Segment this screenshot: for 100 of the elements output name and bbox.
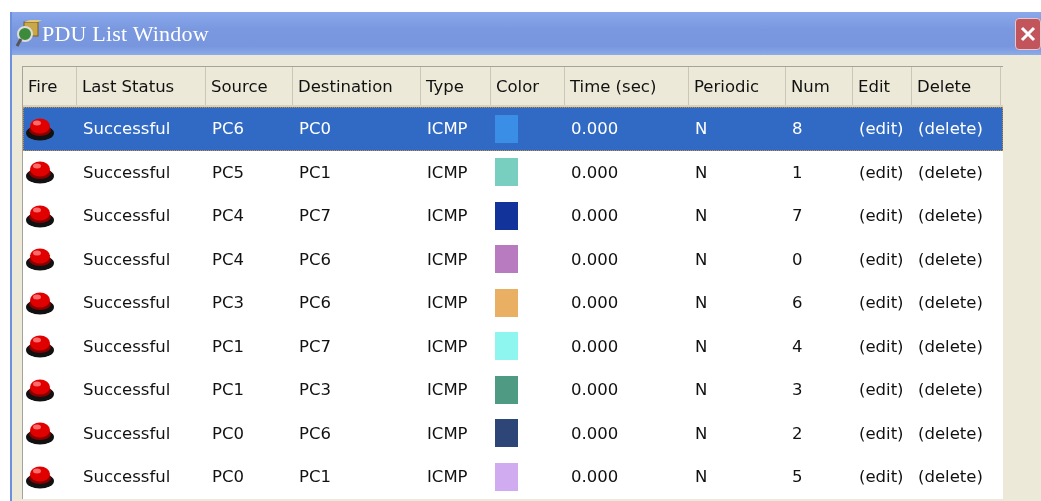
table-cell: N bbox=[695, 206, 708, 226]
table-cell: Successful bbox=[83, 162, 171, 182]
delete-link[interactable]: (delete) bbox=[918, 119, 983, 139]
table-cell: 3 bbox=[792, 380, 803, 400]
table-row[interactable]: Successful PC4 PC6 ICMP 0.000 N 0 (edit) (delete) bbox=[23, 237, 1003, 281]
table-cell: PC1 bbox=[212, 336, 244, 356]
window-title: PDU List Window bbox=[42, 20, 209, 47]
table-cell: PC1 bbox=[299, 467, 331, 487]
table-cell: PC6 bbox=[212, 119, 244, 139]
column-header[interactable]: Last Status bbox=[77, 67, 206, 105]
column-header[interactable]: Color bbox=[491, 67, 565, 105]
column-header[interactable]: Fire bbox=[23, 67, 77, 105]
edit-link[interactable]: (edit) bbox=[859, 380, 904, 400]
delete-link[interactable]: (delete) bbox=[918, 380, 983, 400]
table-cell: N bbox=[695, 162, 708, 182]
table-cell: N bbox=[695, 119, 708, 139]
table-cell: N bbox=[695, 423, 708, 443]
table-cell: 4 bbox=[792, 336, 803, 356]
table-cell: 8 bbox=[792, 119, 803, 139]
table-cell: Successful bbox=[83, 293, 171, 313]
table-cell: N bbox=[695, 336, 708, 356]
column-header[interactable]: Type bbox=[421, 67, 491, 105]
table-cell: 0.000 bbox=[571, 249, 619, 269]
table-cell: ICMP bbox=[427, 249, 468, 269]
table-cell: Successful bbox=[83, 380, 171, 400]
table-cell: PC7 bbox=[299, 336, 331, 356]
table-row[interactable]: Successful PC1 PC3 ICMP 0.000 N 3 (edit) (delete) bbox=[23, 368, 1003, 412]
table-cell: 1 bbox=[792, 162, 803, 182]
edit-link[interactable]: (edit) bbox=[859, 119, 904, 139]
table-row[interactable]: Successful PC0 PC6 ICMP 0.000 N 2 (edit) (delete) bbox=[23, 411, 1003, 455]
table-row[interactable]: Successful PC4 PC7 ICMP 0.000 N 7 (edit) (delete) bbox=[23, 194, 1003, 238]
table-row[interactable]: Successful PC5 PC1 ICMP 0.000 N 1 (edit) (delete) bbox=[23, 150, 1003, 194]
table-cell: N bbox=[695, 467, 708, 487]
table-cell: ICMP bbox=[427, 293, 468, 313]
delete-link[interactable]: (delete) bbox=[918, 293, 983, 313]
table-cell: PC3 bbox=[299, 380, 331, 400]
table-cell: PC0 bbox=[299, 119, 331, 139]
delete-link[interactable]: (delete) bbox=[918, 162, 983, 182]
table-cell: ICMP bbox=[427, 467, 468, 487]
table-row[interactable]: Successful PC0 PC1 ICMP 0.000 N 5 (edit) (delete) bbox=[23, 455, 1003, 499]
table-cell: 0.000 bbox=[571, 119, 619, 139]
table-cell: 2 bbox=[792, 423, 803, 443]
column-header[interactable]: Edit bbox=[853, 67, 912, 105]
table-cell: ICMP bbox=[427, 119, 468, 139]
table-cell: PC4 bbox=[212, 249, 244, 269]
table-row[interactable]: Successful PC6 PC0 ICMP 0.000 N 8 (edit) (delete) bbox=[23, 107, 1003, 151]
table-cell: 0.000 bbox=[571, 380, 619, 400]
delete-link[interactable]: (delete) bbox=[918, 249, 983, 269]
edit-link[interactable]: (edit) bbox=[859, 423, 904, 443]
table-cell: PC6 bbox=[299, 293, 331, 313]
table-cell: ICMP bbox=[427, 336, 468, 356]
table-cell: 6 bbox=[792, 293, 803, 313]
table-cell: ICMP bbox=[427, 162, 468, 182]
table-cell: PC6 bbox=[299, 249, 331, 269]
delete-link[interactable]: (delete) bbox=[918, 206, 983, 226]
table-cell: ICMP bbox=[427, 423, 468, 443]
table-cell: N bbox=[695, 380, 708, 400]
column-header[interactable]: Delete bbox=[912, 67, 1001, 105]
table-cell: 0.000 bbox=[571, 293, 619, 313]
table-cell: ICMP bbox=[427, 380, 468, 400]
column-header[interactable]: Source bbox=[206, 67, 293, 105]
table-cell: PC3 bbox=[212, 293, 244, 313]
edit-link[interactable]: (edit) bbox=[859, 206, 904, 226]
table-cell: 0.000 bbox=[571, 467, 619, 487]
delete-link[interactable]: (delete) bbox=[918, 423, 983, 443]
edit-link[interactable]: (edit) bbox=[859, 162, 904, 182]
table-cell: PC5 bbox=[212, 162, 244, 182]
table-row[interactable]: Successful PC1 PC7 ICMP 0.000 N 4 (edit) (delete) bbox=[23, 324, 1003, 368]
table-cell: PC4 bbox=[212, 206, 244, 226]
table-cell: 0.000 bbox=[571, 162, 619, 182]
table-cell: Successful bbox=[83, 423, 171, 443]
column-header[interactable]: Time (sec) bbox=[565, 67, 689, 105]
table-cell: Successful bbox=[83, 206, 171, 226]
table-cell: Successful bbox=[83, 467, 171, 487]
delete-link[interactable]: (delete) bbox=[918, 467, 983, 487]
table-cell: 5 bbox=[792, 467, 803, 487]
edit-link[interactable]: (edit) bbox=[859, 336, 904, 356]
edit-link[interactable]: (edit) bbox=[859, 467, 904, 487]
table-cell: PC1 bbox=[299, 162, 331, 182]
table-cell: PC1 bbox=[212, 380, 244, 400]
table-cell: 0.000 bbox=[571, 336, 619, 356]
table-cell: Successful bbox=[83, 119, 171, 139]
edit-link[interactable]: (edit) bbox=[859, 249, 904, 269]
table-cell: 0.000 bbox=[571, 423, 619, 443]
edit-link[interactable]: (edit) bbox=[859, 293, 904, 313]
table-cell: Successful bbox=[83, 336, 171, 356]
table-cell: Successful bbox=[83, 249, 171, 269]
table-cell: 7 bbox=[792, 206, 803, 226]
table-cell: PC6 bbox=[299, 423, 331, 443]
column-header[interactable]: Num bbox=[786, 67, 853, 105]
table-cell: ICMP bbox=[427, 206, 468, 226]
table-cell: PC0 bbox=[212, 423, 244, 443]
table-cell: N bbox=[695, 249, 708, 269]
column-header[interactable]: Periodic bbox=[689, 67, 786, 105]
column-header[interactable]: Destination bbox=[293, 67, 421, 105]
table-row[interactable]: Successful PC3 PC6 ICMP 0.000 N 6 (edit) (delete) bbox=[23, 281, 1003, 325]
table-cell: 0 bbox=[792, 249, 803, 269]
delete-link[interactable]: (delete) bbox=[918, 336, 983, 356]
table-cell: PC7 bbox=[299, 206, 331, 226]
table-cell: N bbox=[695, 293, 708, 313]
